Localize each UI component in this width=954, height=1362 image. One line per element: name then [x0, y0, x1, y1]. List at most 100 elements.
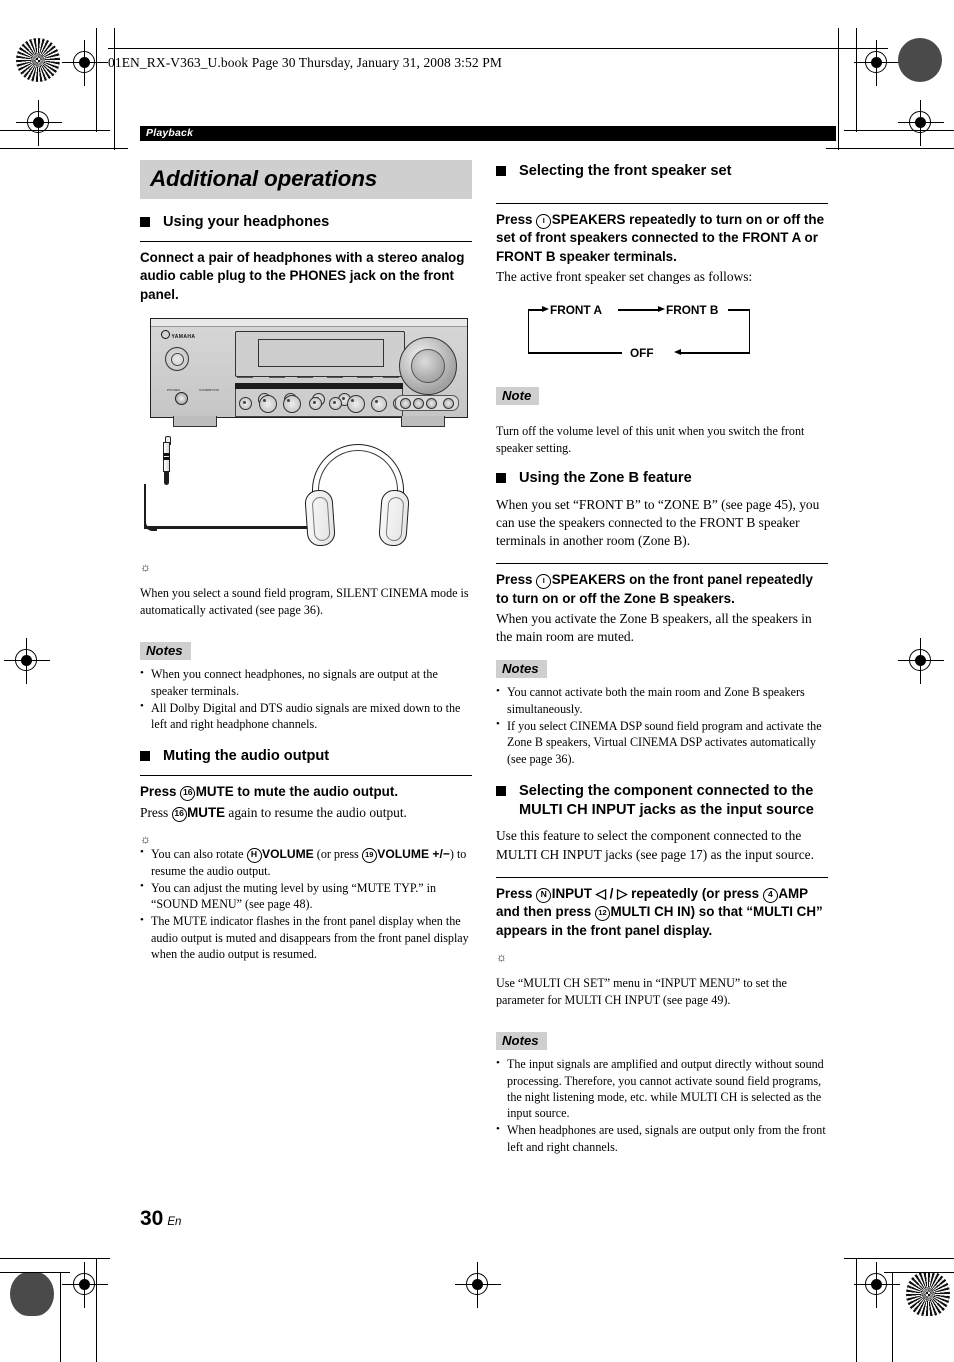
receiver-display-screen: [258, 339, 384, 368]
notes-label-zone-b: Notes: [496, 660, 547, 679]
list-item: When you connect headphones, no signals …: [140, 666, 472, 699]
page-number: 30: [140, 1207, 164, 1230]
step-prefix: Press: [496, 572, 537, 588]
cable-horizontal: [144, 526, 325, 529]
heading-text: Selecting the component connected to the…: [519, 783, 814, 818]
page-language-code: En: [167, 1216, 182, 1228]
divider: [496, 563, 828, 565]
tip-icon: ☼: [140, 831, 151, 846]
list-item: You can also rotate HVOLUME (or press 19…: [140, 845, 472, 879]
diagram-line: [528, 352, 622, 354]
square-bullet-icon: [140, 217, 150, 227]
diagram-line: [680, 352, 750, 354]
diagram-arrow-left: [674, 348, 681, 355]
diagram-arrow-right: [658, 305, 665, 312]
mute-tips-list: You can also rotate HVOLUME (or press 19…: [140, 845, 472, 963]
heading-muting-the-audio-output: Muting the audio output: [140, 747, 472, 766]
cable-bend: [144, 518, 157, 532]
divider: [140, 240, 472, 242]
multi-ch-tip-text: Use “MULTI CH SET” menu in “INPUT MENU” …: [496, 976, 787, 1007]
followup-prefix: Press: [140, 804, 172, 820]
zone-b-body: When you set “FRONT B” to “ZONE B” (see …: [496, 496, 820, 549]
list-item: When headphones are used, signals are ou…: [496, 1122, 828, 1155]
phones-jack-label: PHONES: [167, 388, 181, 393]
square-bullet-icon: [496, 473, 506, 484]
section-title-band: Additional operations: [140, 160, 472, 199]
section-title: Additional operations: [150, 166, 378, 191]
earcup-left: [304, 489, 336, 548]
button-number-badge: I: [536, 574, 552, 590]
notes-label-multi-ch: Notes: [496, 1032, 547, 1051]
diagram-line: [618, 309, 660, 311]
receiver-display-bezel: [235, 331, 405, 378]
earcup-right: [378, 489, 410, 548]
display-tick-marks: [235, 377, 403, 382]
receiver-foot: [401, 416, 445, 428]
phones-jack-icon: [175, 392, 188, 406]
receiver-top-edge: [151, 319, 467, 328]
button-name: MUTE: [195, 784, 234, 800]
video-aux-jacks: [395, 395, 459, 412]
speakers-step-instruction: Press I SPEAKERS repeatedly to turn on or…: [496, 211, 828, 267]
square-bullet-icon: [140, 751, 150, 762]
heading-text: Selecting the front speaker set: [519, 163, 732, 179]
diagram-line: [748, 309, 750, 354]
followup-suffix: again to resume the audio output.: [225, 804, 407, 820]
button-number-badge: I: [536, 213, 552, 229]
diagram-line: [528, 309, 530, 354]
diagram-arrow-right: [542, 305, 549, 312]
diagram-node-off: OFF: [630, 346, 654, 361]
tip-icon: ☼: [140, 560, 151, 575]
power-knob-icon: [165, 347, 189, 372]
mute-followup-instruction: Press 16 MUTE again to resume the audio o…: [140, 804, 472, 822]
standby-label: STANDBY/ON: [199, 388, 219, 393]
yamaha-logo: YAMAHA: [161, 330, 195, 340]
diagram-node-front-a: FRONT A: [550, 303, 602, 318]
notes-label-headphones: Notes: [140, 642, 191, 661]
step-suffix: to mute the audio output.: [233, 784, 399, 800]
button-number-badge: 16: [171, 806, 187, 822]
diagram-line: [728, 309, 750, 311]
left-column: Additional operations Using your headpho…: [140, 160, 472, 963]
button-name: SPEAKERS: [551, 572, 626, 588]
headphone-connection-illustration: YAMAHA PHONES STANDBY/ON: [140, 318, 472, 550]
multi-ch-step-instruction: Press N INPUT ◁ / ▷ repeatedly (or press …: [496, 885, 823, 938]
square-bullet-icon: [496, 786, 506, 797]
divider: [496, 876, 828, 878]
list-item: You can adjust the muting level by using…: [140, 879, 472, 913]
square-bullet-icon: [496, 166, 506, 176]
receiver-front-panel-image: YAMAHA PHONES STANDBY/ON: [150, 318, 468, 428]
tip-icon: ☼: [496, 950, 507, 965]
button-name: SPEAKERS: [551, 211, 626, 227]
page-footer: 30 En: [140, 1207, 181, 1231]
front-speaker-cycle-diagram: FRONT A FRONT B OFF: [514, 299, 814, 371]
volume-knob-icon: [399, 337, 457, 396]
button-number-badge: 16: [180, 786, 196, 802]
note-label-front-speaker: Note: [496, 387, 540, 406]
heading-using-the-zone-b-feature: Using the Zone B feature: [496, 469, 828, 488]
button-name: MUTE: [187, 804, 226, 820]
heading-text: Using the Zone B feature: [519, 470, 692, 487]
heading-text: Muting the audio output: [163, 748, 330, 765]
speakers-body: The active front speaker set changes as …: [496, 269, 753, 285]
multi-ch-body: Use this feature to select the component…: [496, 828, 814, 862]
heading-using-your-headphones: Using your headphones: [140, 213, 472, 232]
divider: [496, 202, 828, 204]
list-item: All Dolby Digital and DTS audio signals …: [140, 699, 472, 733]
receiver-foot: [173, 416, 217, 428]
chapter-tab-label: Playback: [146, 127, 194, 139]
list-item: The MUTE indicator flashes in the front …: [140, 913, 472, 962]
heading-selecting-the-front-speaker-set: Selecting the front speaker set: [496, 162, 828, 181]
headphones-tip-text: When you select a sound field program, S…: [140, 586, 469, 617]
right-column: Selecting the front speaker set Press IS…: [496, 160, 828, 1156]
headphone-cable-and-headset: [140, 430, 472, 550]
list-item: The input signals are amplified and outp…: [496, 1056, 828, 1122]
multi-ch-notes-list: The input signals are amplified and outp…: [496, 1056, 828, 1155]
step-prefix: Press: [496, 211, 537, 227]
headphones-instruction: Connect a pair of headphones with a ster…: [140, 249, 465, 302]
stereo-plug-icon: [162, 436, 171, 486]
list-item: You cannot activate both the main room a…: [496, 684, 828, 717]
zone-b-step-instruction: Press I SPEAKERS on the front panel repea…: [496, 571, 828, 608]
divider: [140, 775, 472, 777]
zone-b-notes-list: You cannot activate both the main room a…: [496, 684, 828, 767]
